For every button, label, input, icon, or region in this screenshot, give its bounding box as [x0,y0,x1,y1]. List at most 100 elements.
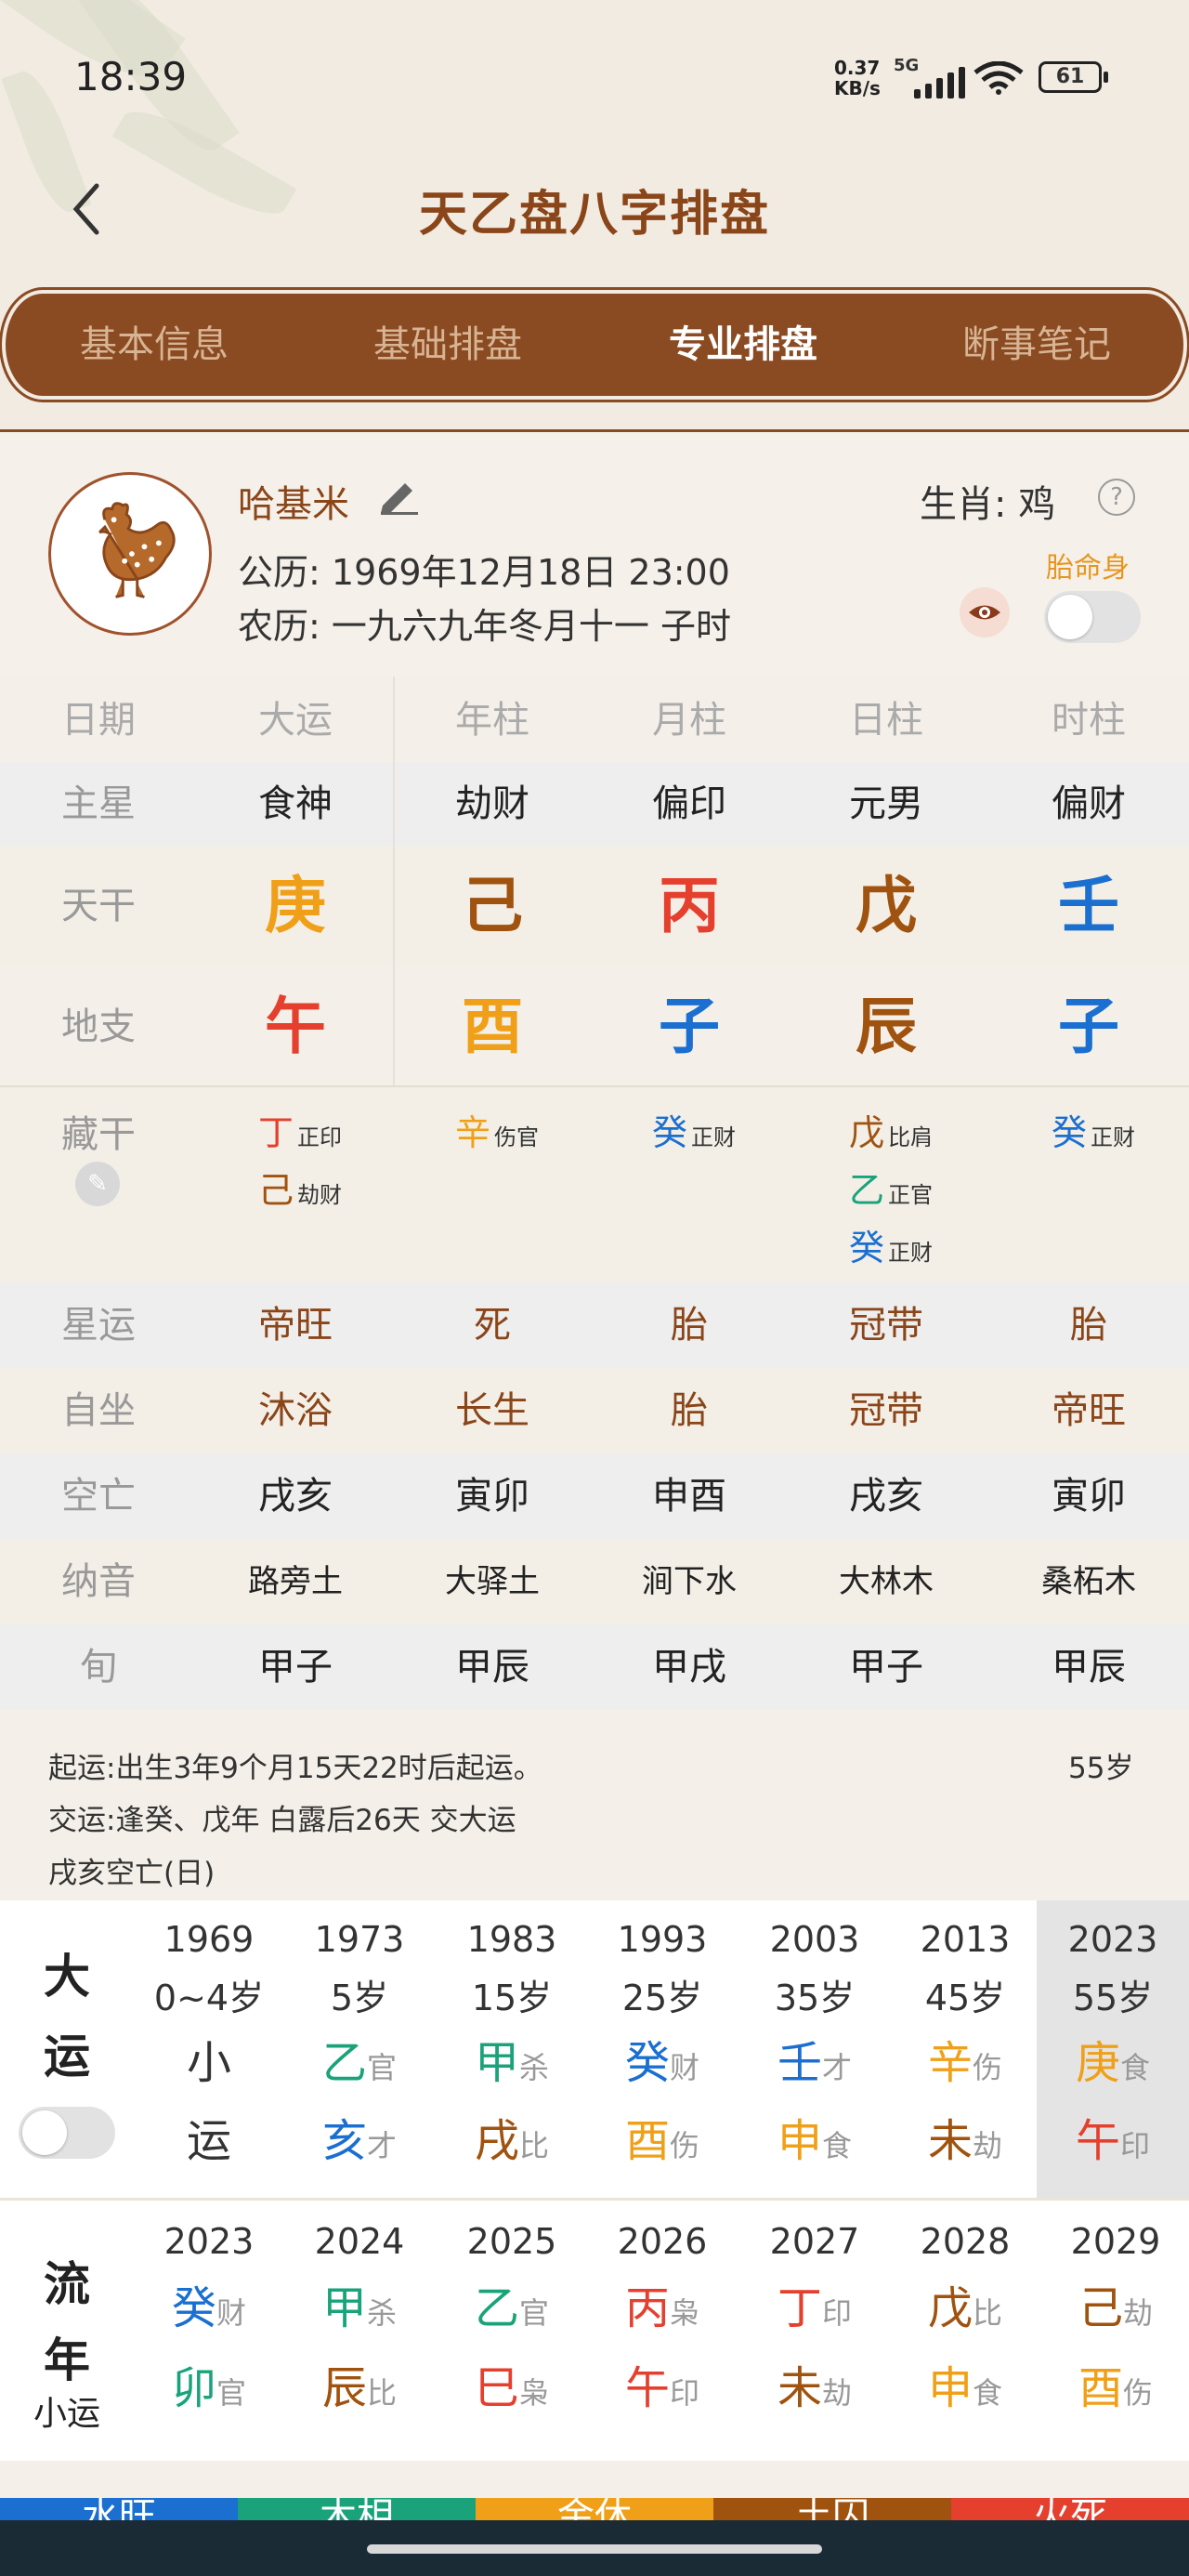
dayun-year: 2023 [1067,1919,1158,1960]
liunian-column[interactable]: 2026 丙枭 午印 [587,2201,738,2416]
zizuo-cell[interactable]: 冠带 [788,1368,985,1453]
kongwang-cell[interactable]: 戌亥 [788,1453,985,1539]
xun-cell[interactable]: 甲戌 [591,1624,788,1710]
tiangan-cell[interactable]: 己 [394,846,591,966]
canggan-item[interactable]: 丁正印 [258,1104,342,1155]
dayun-toggle[interactable] [19,2107,115,2159]
dayun-column[interactable]: 2023 55岁 庚食 午印 [1037,1900,1189,2198]
battery-icon: 61 [1039,61,1108,93]
help-icon[interactable]: ? [1098,479,1135,516]
liunian-column[interactable]: 2029 己劫 酉伤 [1040,2201,1189,2416]
dayun-column[interactable]: 1993 25岁 癸财 酉伤 [587,1900,738,2198]
canggan-item[interactable]: 癸正财 [849,1219,933,1270]
zizuo-cell[interactable]: 长生 [394,1368,591,1453]
xingyun-cell[interactable]: 死 [394,1282,591,1368]
liunian-gan: 乙官 [474,2282,550,2334]
tiangan-cell[interactable]: 戊 [788,846,985,966]
main_star-cell[interactable]: 偏印 [591,762,788,846]
kongwang-cell[interactable]: 戌亥 [197,1453,394,1539]
kongwang-cell[interactable]: 寅卯 [990,1453,1187,1539]
dayun-age: 5岁 [330,1978,389,2018]
dayun-column[interactable]: 2003 35岁 壬才 申食 [739,1900,890,2198]
pin-icon[interactable]: ✎ [75,1162,120,1206]
dayun-section: 大 运 1969 0~4岁小运 1973 5岁 乙官 亥才 1983 15岁 甲杀 戌比 1993 2… [0,1900,1189,2198]
tiangan-cell[interactable]: 庚 [197,846,394,966]
main_star-cell[interactable]: 元男 [788,762,985,846]
tiangan-cell[interactable]: 丙 [591,846,788,966]
qiyun-line: 起运:出生3年9个月15天22时后起运。 [48,1752,542,1785]
canggan-item[interactable]: 乙正官 [849,1162,933,1213]
liunian-column[interactable]: 2023 癸财 卯官 [134,2201,284,2416]
dizhi-cell[interactable]: 酉 [394,966,591,1087]
liunian-zhi: 辰比 [321,2362,398,2414]
dayun-zhi: 运 [186,2115,231,2167]
grid-header-cell: 日柱 [849,699,923,742]
edit-icon[interactable] [375,476,420,515]
dizhi-cell[interactable]: 辰 [788,966,985,1087]
tiangan-label: 天干 [61,885,136,927]
dizhi-cell[interactable]: 子 [990,966,1187,1087]
main_star-cell[interactable]: 偏财 [990,762,1187,846]
dayun-column[interactable]: 1969 0~4岁小运 [134,1900,284,2198]
tab-notes[interactable]: 断事笔记 [897,294,1176,396]
kongwang-row: 空亡 戌亥 寅卯 申酉 戌亥 寅卯 [0,1453,1189,1539]
main_star-cell[interactable]: 食神 [197,762,394,846]
dayun-column[interactable]: 1983 15岁 甲杀 戌比 [437,1900,587,2198]
main_star-cell[interactable]: 劫财 [394,762,591,846]
nayin-cell[interactable]: 涧下水 [591,1539,788,1624]
liunian-column[interactable]: 2027 丁印 未劫 [739,2201,890,2416]
liunian-year: 2026 [617,2221,708,2262]
home-indicator[interactable] [367,2544,822,2554]
zizuo-label: 自坐 [61,1389,136,1432]
zizuo-cell[interactable]: 沐浴 [197,1368,394,1453]
avatar [48,472,212,636]
tab-pro-chart[interactable]: 专业排盘 [604,294,882,396]
xun-cell[interactable]: 甲子 [197,1624,394,1710]
liunian-zhi: 酉伤 [1078,2362,1154,2414]
nayin-cell[interactable]: 路旁土 [197,1539,394,1624]
canggan-item[interactable]: 己劫财 [258,1162,342,1213]
eye-icon[interactable] [960,587,1010,637]
kongwang-cell[interactable]: 寅卯 [394,1453,591,1539]
nayin-cell[interactable]: 大林木 [788,1539,985,1624]
tiangan-cell[interactable]: 壬 [990,846,1187,966]
xun-row: 旬甲子 甲辰 甲戌 甲子 甲辰 [0,1624,1189,1710]
kongwang-cell[interactable]: 申酉 [591,1453,788,1539]
liunian-gan: 癸财 [171,2282,247,2334]
taiming-toggle[interactable] [1044,591,1141,643]
liunian-label-mid: 年 [44,2333,90,2387]
grid-divider [393,677,395,1085]
liunian-column[interactable]: 2028 戊比 申食 [890,2201,1040,2416]
xingyun-cell[interactable]: 帝旺 [197,1282,394,1368]
dizhi-cell[interactable]: 午 [197,966,394,1087]
dayun-age: 25岁 [621,1978,703,2018]
xun-cell[interactable]: 甲辰 [990,1624,1187,1710]
dayun-column[interactable]: 1973 5岁 乙官 亥才 [284,1900,435,2198]
xingyun-cell[interactable]: 胎 [591,1282,788,1368]
dayun-column[interactable]: 2013 45岁 辛伤 未劫 [890,1900,1040,2198]
liunian-column[interactable]: 2024 甲杀 辰比 [284,2201,435,2416]
liunian-column[interactable]: 2025 乙官 巳枭 [437,2201,587,2416]
status-bar: 18:39 0.37 KB/s 5G 61 [0,0,1189,158]
net-speed: 0.37 KB/s [834,57,881,99]
zizuo-cell[interactable]: 胎 [591,1368,788,1453]
xun-cell[interactable]: 甲子 [788,1624,985,1710]
xingyun-cell[interactable]: 胎 [990,1282,1187,1368]
tab-basic-chart[interactable]: 基础排盘 [308,294,587,396]
canggan-item[interactable]: 辛伤官 [455,1104,539,1155]
dayun-age: 45岁 [924,1978,1006,2018]
status-time: 18:39 [74,54,188,99]
tab-basic-info[interactable]: 基本信息 [15,294,294,396]
nayin-cell[interactable]: 大驿土 [394,1539,591,1624]
xiaoyun-label[interactable]: 小运 [19,2386,115,2435]
canggan-item[interactable]: 戊比肩 [849,1104,933,1155]
xingyun-cell[interactable]: 冠带 [788,1282,985,1368]
dayun-age: 55岁 [1072,1978,1154,2018]
canggan-item[interactable]: 癸正财 [652,1104,736,1155]
nayin-cell[interactable]: 桑柘木 [990,1539,1187,1624]
xun-cell[interactable]: 甲辰 [394,1624,591,1710]
zizuo-cell[interactable]: 帝旺 [990,1368,1187,1453]
canggan-item[interactable]: 癸正财 [1052,1104,1135,1155]
dizhi-cell[interactable]: 子 [591,966,788,1087]
user-name: 哈基米 [238,483,349,526]
